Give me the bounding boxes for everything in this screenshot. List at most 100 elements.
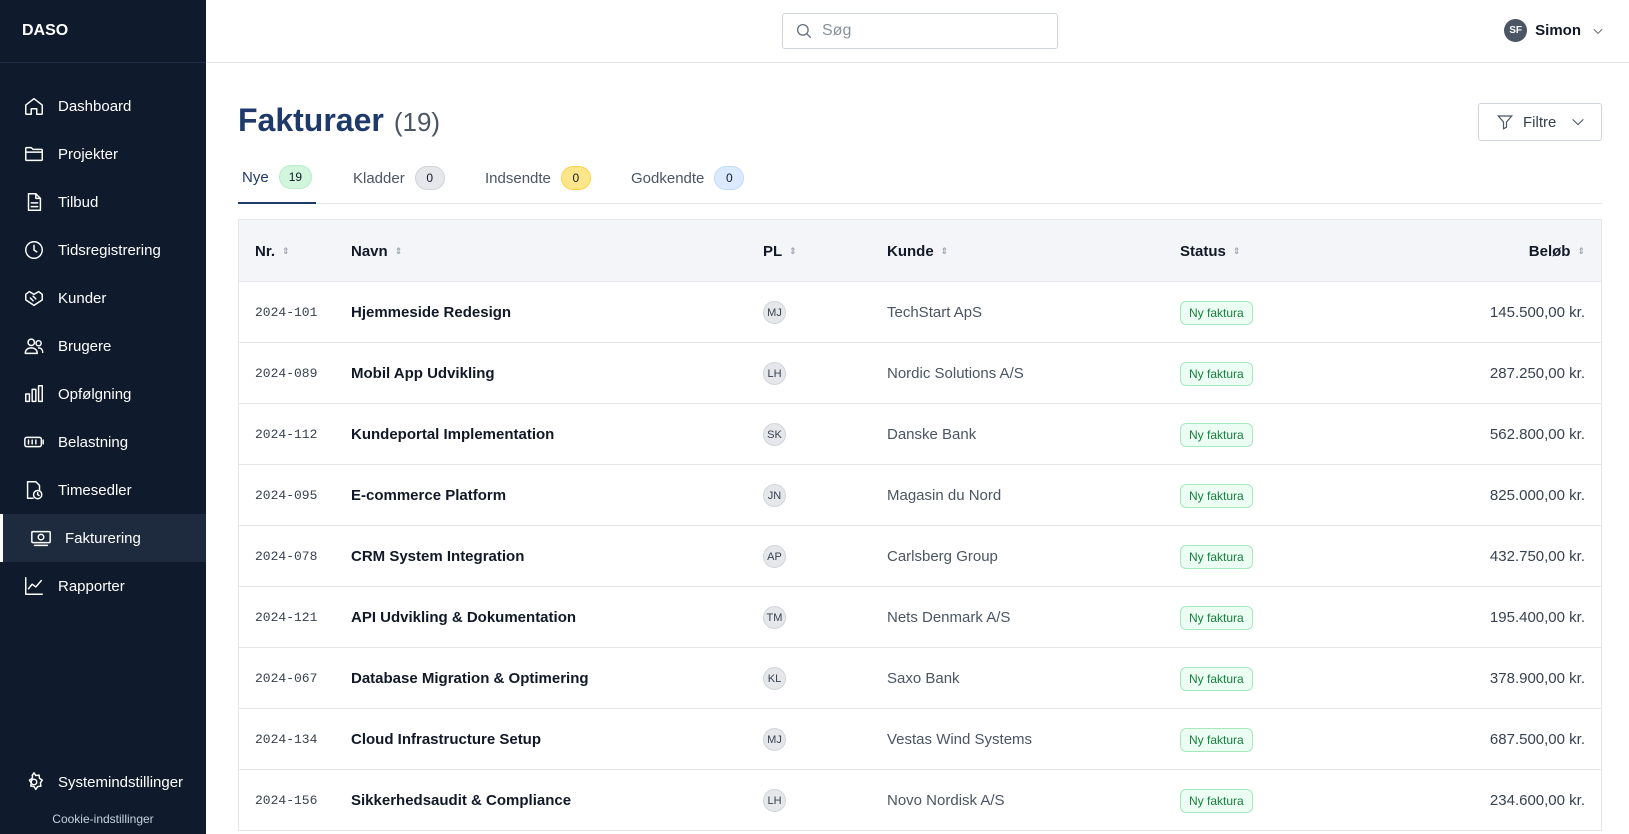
status-badge: Ny faktura	[1180, 483, 1253, 508]
invoice-name[interactable]: CRM System Integration	[351, 526, 524, 587]
column-header-status[interactable]: Status ⇕	[1180, 220, 1240, 282]
user-menu[interactable]: SF Simon	[1504, 19, 1605, 42]
sidebar-item-rapporter[interactable]: Rapporter	[0, 562, 206, 610]
chevron-down-icon	[1572, 118, 1585, 126]
table-row[interactable]: 2024-121 API Udvikling & Dokumentation T…	[239, 587, 1601, 648]
customer-name: Vestas Wind Systems	[887, 731, 1033, 748]
sidebar-item-label: Rapporter	[58, 577, 125, 595]
customer-name: Magasin du Nord	[887, 487, 1002, 504]
sidebar-item-kunder[interactable]: Kunder	[0, 274, 206, 322]
column-header-navn[interactable]: Navn ⇕	[351, 220, 402, 282]
invoice-amount: 195.400,00 kr.	[1489, 609, 1585, 626]
sidebar-item-label: Tilbud	[58, 193, 99, 211]
tab-label: Godkendte	[631, 169, 705, 187]
invoice-name[interactable]: Mobil App Udvikling	[351, 343, 495, 404]
table-row[interactable]: 2024-156 Sikkerhedsaudit & Compliance LH…	[239, 770, 1601, 831]
sidebar-item-opfolgning[interactable]: Opfølgning	[0, 370, 206, 418]
sidebar-item-label: Timesedler	[58, 481, 132, 499]
invoice-number: 2024-101	[255, 305, 318, 320]
invoice-amount: 432.750,00 kr.	[1489, 548, 1585, 565]
tab-nye[interactable]: Nye 19	[238, 152, 317, 204]
brand-logo[interactable]: DASO	[0, 0, 206, 63]
home-icon	[22, 94, 46, 118]
invoice-name[interactable]: Hjemmeside Redesign	[351, 282, 511, 343]
column-header-belob[interactable]: Beløb ⇕	[1529, 220, 1585, 282]
invoice-number: 2024-156	[255, 793, 318, 808]
clock-icon	[22, 238, 46, 262]
sort-icon: ⇕	[940, 245, 949, 256]
table-row[interactable]: 2024-089 Mobil App Udvikling LH Nordic S…	[239, 343, 1601, 404]
invoice-name[interactable]: Sikkerhedsaudit & Compliance	[351, 770, 571, 831]
sidebar-item-brugere[interactable]: Brugere	[0, 322, 206, 370]
table-row[interactable]: 2024-095 E-commerce Platform JN Magasin …	[239, 465, 1601, 526]
table-header: Nr. ⇕ Navn ⇕ PL ⇕ Kunde ⇕ Status ⇕ Beløb ⇕	[239, 220, 1601, 282]
invoice-amount: 687.500,00 kr.	[1489, 731, 1585, 748]
avatar: SK	[763, 423, 786, 446]
customer-name: Carlsberg Group	[887, 548, 998, 565]
column-label: Kunde	[887, 242, 934, 260]
customer-name: Danske Bank	[887, 426, 977, 443]
column-header-nr[interactable]: Nr. ⇕	[255, 220, 290, 282]
pl-cell: SK	[763, 404, 786, 465]
avatar: LH	[763, 789, 786, 812]
pl-cell: JN	[763, 465, 786, 526]
sidebar-item-fakturering[interactable]: Fakturering	[0, 514, 206, 562]
invoice-name[interactable]: E-commerce Platform	[351, 465, 506, 526]
sidebar-item-systemindstillinger[interactable]: Systemindstillinger	[0, 758, 206, 806]
invoice-amount: 145.500,00 kr.	[1489, 304, 1585, 321]
customer-name: Nordic Solutions A/S	[887, 365, 1024, 382]
user-name: Simon	[1535, 22, 1581, 39]
invoice-number: 2024-121	[255, 610, 318, 625]
invoice-name[interactable]: API Udvikling & Dokumentation	[351, 587, 576, 648]
filter-button[interactable]: Filtre	[1478, 103, 1602, 141]
table-row[interactable]: 2024-078 CRM System Integration AP Carls…	[239, 526, 1601, 587]
invoice-amount: 234.600,00 kr.	[1489, 792, 1585, 809]
cookie-settings-link[interactable]: Cookie-indstillinger	[0, 812, 206, 826]
invoice-name[interactable]: Cloud Infrastructure Setup	[351, 709, 541, 770]
invoice-amount: 562.800,00 kr.	[1489, 426, 1585, 443]
table-row[interactable]: 2024-112 Kundeportal Implementation SK D…	[239, 404, 1601, 465]
sidebar-item-tilbud[interactable]: Tilbud	[0, 178, 206, 226]
page-title-block: Fakturaer (19)	[238, 102, 440, 139]
sidebar-nav: Dashboard Projekter Tilbud Tidsregistrer…	[0, 82, 206, 610]
pl-cell: LH	[763, 343, 786, 404]
invoice-name[interactable]: Kundeportal Implementation	[351, 404, 554, 465]
sidebar-item-label: Dashboard	[58, 97, 132, 115]
search-input[interactable]	[822, 22, 1042, 40]
table-row[interactable]: 2024-101 Hjemmeside Redesign MJ TechStar…	[239, 282, 1601, 343]
document-icon	[22, 190, 46, 214]
search-box[interactable]	[782, 13, 1058, 49]
sidebar-item-timesedler[interactable]: Timesedler	[0, 466, 206, 514]
invoice-amount: 825.000,00 kr.	[1489, 487, 1585, 504]
sidebar-item-label: Opfølgning	[58, 385, 132, 403]
status-badge: Ny faktura	[1180, 422, 1253, 447]
sidebar-item-tidsregistrering[interactable]: Tidsregistrering	[0, 226, 206, 274]
table-row[interactable]: 2024-134 Cloud Infrastructure Setup MJ V…	[239, 709, 1601, 770]
invoice-name[interactable]: Database Migration & Optimering	[351, 648, 589, 709]
column-label: Navn	[351, 242, 388, 260]
invoice-amount: 378.900,00 kr.	[1489, 670, 1585, 687]
invoice-number: 2024-134	[255, 732, 318, 747]
tab-indsendte[interactable]: Indsendte 0	[485, 152, 591, 204]
invoice-number: 2024-067	[255, 671, 318, 686]
sidebar-item-label: Kunder	[58, 289, 107, 307]
column-header-pl[interactable]: PL ⇕	[763, 220, 797, 282]
status-badge: Ny faktura	[1180, 605, 1253, 630]
status-badge: Ny faktura	[1180, 727, 1253, 752]
sidebar-item-belastning[interactable]: Belastning	[0, 418, 206, 466]
column-header-kunde[interactable]: Kunde ⇕	[887, 220, 948, 282]
invoice-amount: 287.250,00 kr.	[1489, 365, 1585, 382]
table-row[interactable]: 2024-067 Database Migration & Optimering…	[239, 648, 1601, 709]
tab-count-badge: 0	[414, 166, 445, 190]
sidebar-item-dashboard[interactable]: Dashboard	[0, 82, 206, 130]
sidebar-settings-section: Systemindstillinger	[0, 758, 206, 806]
customer-name: Nets Denmark A/S	[887, 609, 1011, 626]
status-badge: Ny faktura	[1180, 544, 1253, 569]
tab-kladder[interactable]: Kladder 0	[353, 152, 445, 204]
banknote-icon	[29, 526, 53, 550]
invoice-number: 2024-112	[255, 427, 318, 442]
avatar: LH	[763, 362, 786, 385]
sidebar-item-projekter[interactable]: Projekter	[0, 130, 206, 178]
status-cell: Ny faktura	[1180, 404, 1253, 465]
tab-godkendte[interactable]: Godkendte 0	[631, 152, 745, 204]
